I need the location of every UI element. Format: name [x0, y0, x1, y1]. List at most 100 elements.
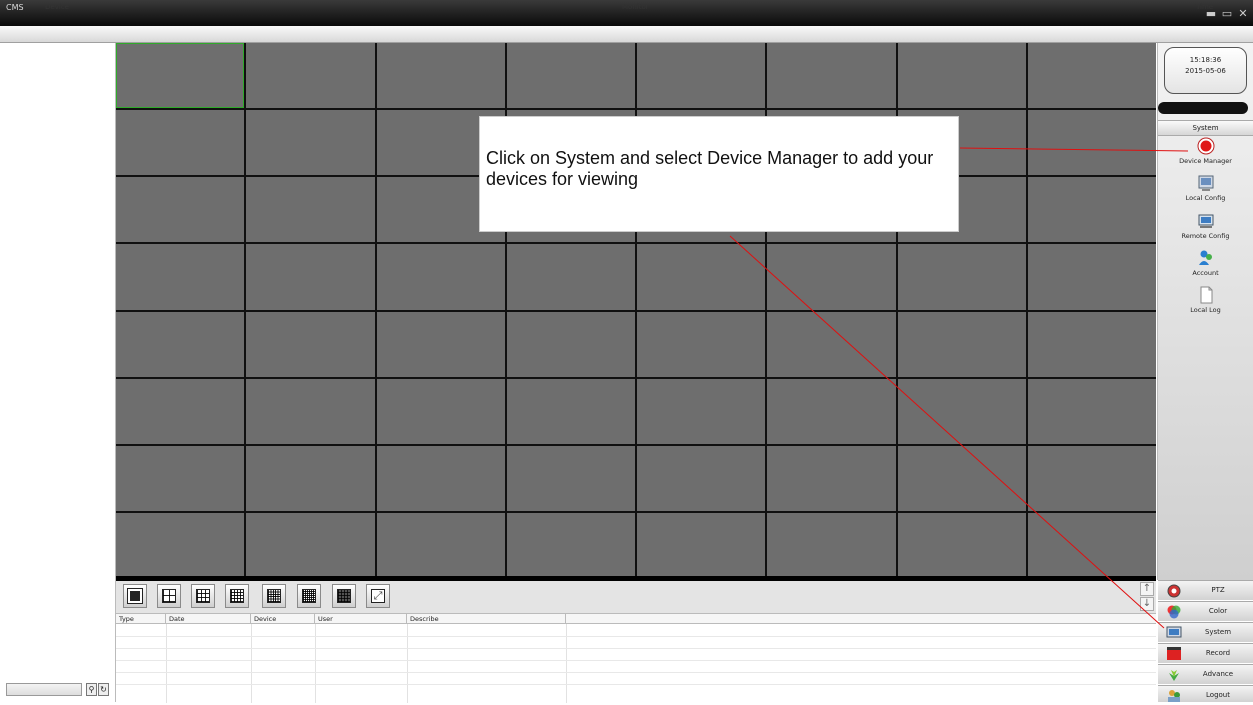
scroll-up-icon[interactable]: ↑ — [1140, 582, 1154, 596]
device-manager-icon — [1197, 137, 1214, 155]
video-cell[interactable] — [246, 311, 375, 377]
video-cell[interactable] — [637, 244, 766, 310]
video-cell[interactable] — [767, 311, 896, 377]
local-log-label: Local Log — [1190, 306, 1221, 314]
video-cell[interactable] — [897, 244, 1026, 310]
video-cell[interactable] — [506, 244, 635, 310]
grid-4-view-icon — [162, 589, 176, 603]
video-cell[interactable] — [116, 177, 245, 243]
restore-button[interactable]: ▭ — [1220, 8, 1234, 20]
layout-16-view-button[interactable] — [225, 584, 249, 608]
video-cell[interactable] — [376, 43, 505, 109]
local-config-button[interactable]: Local Config — [1158, 174, 1253, 202]
col-user[interactable]: User — [315, 614, 407, 624]
layout-64-view-button[interactable] — [332, 584, 356, 608]
video-cell[interactable] — [1027, 110, 1156, 176]
video-cell[interactable] — [897, 311, 1026, 377]
video-cell[interactable] — [116, 43, 245, 109]
video-cell[interactable] — [376, 378, 505, 444]
menu-system[interactable]: System — [1158, 622, 1253, 642]
layout-9-view-button[interactable] — [191, 584, 215, 608]
video-cell[interactable] — [116, 512, 245, 578]
video-cell[interactable] — [767, 445, 896, 511]
close-button[interactable]: ✕ — [1236, 8, 1250, 20]
layout-4-view-button[interactable] — [157, 584, 181, 608]
fullscreen-icon: ⤢ — [371, 589, 385, 603]
video-cell[interactable] — [897, 512, 1026, 578]
video-cell[interactable] — [637, 445, 766, 511]
col-extra[interactable] — [566, 614, 1156, 624]
advance-icon — [1169, 670, 1179, 681]
video-cell[interactable] — [637, 311, 766, 377]
refresh-icon[interactable]: ↻ — [98, 683, 109, 696]
layout-fullscreen-button[interactable]: ⤢ — [366, 584, 390, 608]
video-cell[interactable] — [116, 110, 245, 176]
video-cell[interactable] — [506, 512, 635, 578]
col-device[interactable]: Device — [251, 614, 315, 624]
grid-1-view-icon — [127, 588, 143, 604]
video-cell[interactable] — [246, 445, 375, 511]
video-cell[interactable] — [1027, 244, 1156, 310]
device-manager-button[interactable]: Device Manager — [1158, 137, 1253, 165]
video-cell[interactable] — [767, 43, 896, 109]
video-cell[interactable] — [506, 43, 635, 109]
video-cell[interactable] — [637, 43, 766, 109]
video-cell[interactable] — [1027, 445, 1156, 511]
video-cell[interactable] — [116, 378, 245, 444]
grid-25-view-icon — [267, 589, 281, 603]
local-log-button[interactable]: Local Log — [1158, 286, 1253, 314]
video-cell[interactable] — [506, 445, 635, 511]
video-cell[interactable] — [1027, 512, 1156, 578]
scroll-down-icon[interactable]: ↓ — [1140, 597, 1154, 611]
video-cell[interactable] — [376, 512, 505, 578]
video-cell[interactable] — [1027, 378, 1156, 444]
remote-config-icon — [1198, 214, 1213, 228]
device-tree-panel[interactable] — [0, 43, 116, 702]
video-cell[interactable] — [376, 445, 505, 511]
account-button[interactable]: Account — [1158, 249, 1253, 277]
video-cell[interactable] — [246, 378, 375, 444]
local-log-icon — [1200, 286, 1212, 304]
video-cell[interactable] — [246, 110, 375, 176]
status-bar — [1158, 102, 1248, 114]
video-cell[interactable] — [767, 512, 896, 578]
video-cell[interactable] — [116, 311, 245, 377]
menu-record[interactable]: Record — [1158, 643, 1253, 663]
remote-config-button[interactable]: Remote Config — [1158, 212, 1253, 240]
video-cell[interactable] — [246, 244, 375, 310]
menu-logout[interactable]: Logout — [1158, 685, 1253, 702]
video-cell[interactable] — [246, 512, 375, 578]
video-cell[interactable] — [1027, 177, 1156, 243]
menu-ptz[interactable]: PTZ — [1158, 580, 1253, 600]
video-cell[interactable] — [767, 378, 896, 444]
video-cell[interactable] — [637, 378, 766, 444]
layout-25-view-button[interactable] — [262, 584, 286, 608]
layout-36-view-button[interactable] — [297, 584, 321, 608]
device-header: Device — [45, 3, 69, 11]
device-search-input[interactable] — [6, 683, 82, 696]
menu-advance[interactable]: Advance — [1158, 664, 1253, 684]
video-cell[interactable] — [1027, 43, 1156, 109]
video-cell[interactable] — [246, 43, 375, 109]
video-cell[interactable] — [637, 512, 766, 578]
video-cell[interactable] — [506, 378, 635, 444]
video-cell[interactable] — [767, 244, 896, 310]
video-cell[interactable] — [897, 445, 1026, 511]
clock-time: 15:18:36 — [1189, 56, 1222, 64]
video-cell[interactable] — [116, 445, 245, 511]
video-cell[interactable] — [506, 311, 635, 377]
video-cell[interactable] — [376, 311, 505, 377]
layout-1-view-button[interactable] — [123, 584, 147, 608]
menu-color[interactable]: Color — [1158, 601, 1253, 621]
col-date[interactable]: Date — [166, 614, 251, 624]
video-cell[interactable] — [116, 244, 245, 310]
clock-display: 15:18:36 2015-05-06 — [1164, 47, 1247, 94]
video-cell[interactable] — [1027, 311, 1156, 377]
video-cell[interactable] — [376, 244, 505, 310]
col-describe[interactable]: Describe — [407, 614, 566, 624]
video-cell[interactable] — [897, 378, 1026, 444]
video-cell[interactable] — [246, 177, 375, 243]
search-icon[interactable]: ⚲ — [86, 683, 97, 696]
video-cell[interactable] — [897, 43, 1026, 109]
col-type[interactable]: Type — [116, 614, 166, 624]
